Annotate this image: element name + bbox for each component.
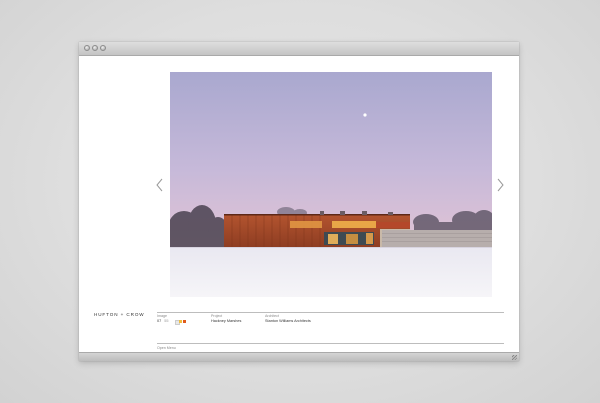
project-value: Hackney Marshes xyxy=(211,319,242,323)
swatch-yellow[interactable] xyxy=(179,320,182,323)
project-label: Project xyxy=(211,314,223,318)
image-current: 07 xyxy=(157,319,162,323)
moon xyxy=(363,113,367,117)
gabion-wall xyxy=(382,230,492,247)
browser-window: HUFTON + CROW Image 07 55 Project Hackne… xyxy=(79,42,519,361)
window-titlebar[interactable] xyxy=(79,42,519,56)
image-counter: 07 55 xyxy=(157,319,169,323)
image-total: 55 xyxy=(164,319,169,323)
chevron-right-icon[interactable] xyxy=(495,178,505,192)
window-statusbar xyxy=(79,352,519,361)
site-logo[interactable]: HUFTON + CROW xyxy=(94,312,145,317)
minimize-window-button[interactable] xyxy=(92,45,98,51)
chevron-left-icon[interactable] xyxy=(155,178,165,192)
slideshow-photo[interactable] xyxy=(170,72,492,297)
close-window-button[interactable] xyxy=(84,45,90,51)
page-content: HUFTON + CROW Image 07 55 Project Hackne… xyxy=(79,56,519,353)
caption-divider xyxy=(157,312,504,313)
open-menu-link[interactable]: Open Menu xyxy=(157,346,176,350)
image-label: Image xyxy=(157,314,167,318)
swatch-orange[interactable] xyxy=(183,320,186,323)
architect-label: Architect xyxy=(265,314,279,318)
maximize-window-button[interactable] xyxy=(100,45,106,51)
footer-divider xyxy=(157,343,504,344)
snow-field xyxy=(170,247,492,297)
architect-value: Stanton Williams Architects xyxy=(265,319,311,323)
resize-handle-icon[interactable] xyxy=(512,355,517,360)
